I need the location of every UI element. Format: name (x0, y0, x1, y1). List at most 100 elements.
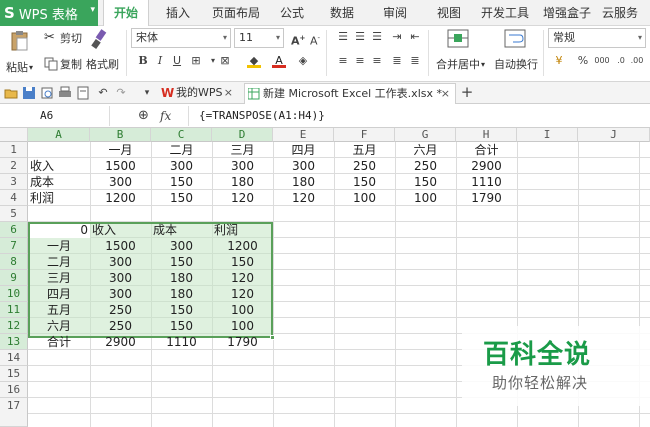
cell-h4[interactable]: 1790 (456, 190, 517, 206)
row-header[interactable]: 6 (0, 222, 28, 238)
cell-c1[interactable]: 二月 (151, 142, 212, 158)
column-header-b[interactable]: B (90, 128, 151, 142)
cell-b4[interactable]: 1200 (90, 190, 151, 206)
undo-icon[interactable]: ↶ (96, 86, 110, 100)
row-header[interactable]: 8 (0, 254, 28, 270)
cell-e3[interactable]: 180 (273, 174, 334, 190)
cell-c10[interactable]: 180 (151, 286, 212, 302)
cell-e4[interactable]: 120 (273, 190, 334, 206)
tab-formulas[interactable]: 公式 (274, 0, 310, 26)
tab-cloud-service[interactable]: 云服务 (600, 0, 640, 26)
align-right-icon[interactable]: ≡ (370, 54, 384, 68)
font-size-select[interactable]: 11 ▾ (234, 28, 284, 48)
format-painter-label[interactable]: 格式刷 (86, 56, 119, 72)
cell-d9[interactable]: 120 (212, 270, 273, 286)
cell-a2[interactable]: 收入 (28, 158, 90, 174)
underline-icon[interactable]: U (170, 54, 184, 68)
cell-g3[interactable]: 150 (395, 174, 456, 190)
cell-c6[interactable]: 成本 (151, 222, 212, 238)
zoom-icon[interactable]: ⊕ (138, 106, 149, 126)
row-header[interactable]: 9 (0, 270, 28, 286)
row-header[interactable]: 16 (0, 382, 28, 398)
cell-a12[interactable]: 六月 (28, 318, 90, 334)
cell-a6[interactable]: 0 (28, 222, 90, 238)
font-color-icon[interactable]: A (272, 54, 286, 68)
cell-b7[interactable]: 1500 (90, 238, 151, 254)
decrease-decimal-icon[interactable]: .00 (630, 54, 644, 68)
number-format-select[interactable]: 常规 ▾ (548, 28, 646, 48)
cell-b1[interactable]: 一月 (90, 142, 151, 158)
bold-icon[interactable]: B (136, 54, 150, 68)
cut-button[interactable]: ✂ 剪切 (44, 30, 82, 46)
tab-enhance-box[interactable]: 增强盒子 (540, 0, 594, 26)
close-icon[interactable]: × (441, 84, 450, 104)
border-icon[interactable]: ⊞ (189, 54, 203, 68)
print-preview-icon[interactable] (40, 86, 54, 100)
cell-d12[interactable]: 100 (212, 318, 273, 334)
clear-format-icon[interactable]: ◈ (296, 54, 310, 68)
paste-button[interactable] (8, 30, 32, 52)
row-header[interactable]: 2 (0, 158, 28, 174)
app-menu-button[interactable]: S WPS 表格 ▾ (0, 0, 98, 26)
column-header-d[interactable]: D (212, 128, 273, 142)
cell-c4[interactable]: 150 (151, 190, 212, 206)
cell-b6[interactable]: 收入 (90, 222, 151, 238)
cell-b2[interactable]: 1500 (90, 158, 151, 174)
formula-input[interactable]: {=TRANSPOSE(A1:H4)} (188, 106, 648, 126)
row-header[interactable]: 5 (0, 206, 28, 222)
cell-h3[interactable]: 1110 (456, 174, 517, 190)
indent-icon[interactable]: ⇥ (390, 30, 404, 44)
tab-developer[interactable]: 开发工具 (480, 0, 530, 26)
cell-c3[interactable]: 150 (151, 174, 212, 190)
tab-current-workbook[interactable]: 新建 Microsoft Excel 工作表.xlsx * × (244, 83, 456, 104)
cell-b12[interactable]: 250 (90, 318, 151, 334)
column-header-f[interactable]: F (334, 128, 395, 142)
column-header-a[interactable]: A (28, 128, 90, 142)
thousands-separator-button[interactable]: 000 (593, 54, 611, 68)
new-tab-button[interactable]: + (460, 85, 474, 100)
row-header[interactable]: 12 (0, 318, 28, 334)
tab-insert[interactable]: 插入 (160, 0, 196, 26)
merge-center-icon[interactable] (447, 29, 469, 49)
outdent-icon[interactable]: ⇤ (408, 30, 422, 44)
cell-b3[interactable]: 300 (90, 174, 151, 190)
fill-color-icon[interactable]: ◆ (247, 54, 261, 68)
cell-b11[interactable]: 250 (90, 302, 151, 318)
cell-d3[interactable]: 180 (212, 174, 273, 190)
align-top-icon[interactable]: ☰ (336, 30, 350, 44)
select-all-corner[interactable] (0, 128, 28, 142)
cell-a4[interactable]: 利润 (28, 190, 90, 206)
column-header-h[interactable]: H (456, 128, 517, 142)
export-icon[interactable] (76, 86, 90, 100)
close-icon[interactable]: × (224, 83, 233, 103)
column-header-c[interactable]: C (151, 128, 212, 142)
column-header-g[interactable]: G (395, 128, 456, 142)
cell-h1[interactable]: 合计 (456, 142, 517, 158)
cell-g1[interactable]: 六月 (395, 142, 456, 158)
increase-decimal-icon[interactable]: .0 (614, 54, 628, 68)
justify-icon[interactable]: ≣ (390, 54, 404, 68)
insert-function-button[interactable]: fx (160, 106, 171, 126)
align-center-icon[interactable]: ≡ (353, 54, 367, 68)
cell-a7[interactable]: 一月 (28, 238, 90, 254)
row-header[interactable]: 3 (0, 174, 28, 190)
cell-e1[interactable]: 四月 (273, 142, 334, 158)
open-folder-icon[interactable] (4, 86, 18, 100)
print-icon[interactable] (58, 86, 72, 100)
cell-b9[interactable]: 300 (90, 270, 151, 286)
row-header[interactable]: 17 (0, 398, 28, 427)
tab-review[interactable]: 审阅 (377, 0, 413, 26)
cell-c11[interactable]: 150 (151, 302, 212, 318)
name-box[interactable]: A6 (0, 106, 110, 126)
cell-f4[interactable]: 100 (334, 190, 395, 206)
cell-h2[interactable]: 2900 (456, 158, 517, 174)
row-header[interactable]: 11 (0, 302, 28, 318)
cell-e2[interactable]: 300 (273, 158, 334, 174)
cell-d8[interactable]: 150 (212, 254, 273, 270)
cell-g4[interactable]: 100 (395, 190, 456, 206)
column-header-i[interactable]: I (517, 128, 578, 142)
save-icon[interactable] (22, 86, 36, 100)
cell-f1[interactable]: 五月 (334, 142, 395, 158)
cell-d4[interactable]: 120 (212, 190, 273, 206)
merge-center-button[interactable]: 合并居中 ▾ (436, 56, 485, 72)
